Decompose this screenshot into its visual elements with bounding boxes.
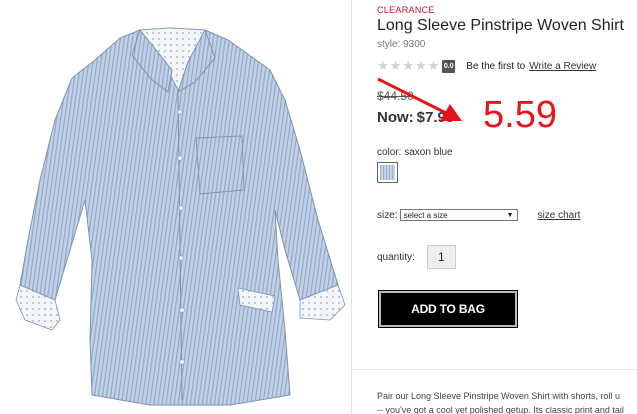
star-icon: ★ [402, 58, 414, 73]
size-select-value: select a size [403, 210, 448, 220]
product-description: Pair our Long Sleeve Pinstripe Woven Shi… [377, 389, 637, 414]
quantity-label: quantity: [377, 251, 415, 263]
now-price-value: $7.99 [416, 109, 455, 126]
star-icon: ★ [427, 58, 440, 73]
sale-price: Now: $7.99 [377, 109, 454, 126]
be-first-text: Be the first to [466, 60, 526, 72]
swatch-pattern [380, 165, 395, 180]
shirt-illustration [15, 27, 346, 406]
add-to-bag-button[interactable]: ADD TO BAG [378, 290, 518, 328]
quantity-input[interactable]: 1 [426, 245, 456, 269]
original-price: $44.50 [377, 89, 414, 103]
size-label: size: [377, 209, 398, 221]
star-icon: ★ [389, 58, 402, 73]
rating-stars: ★ ★ ★ ★ ★ [377, 59, 439, 73]
size-row: size: select a size ▼ size chart [377, 209, 580, 221]
product-title: Long Sleeve Pinstripe Woven Shirt [377, 17, 624, 34]
write-review-link[interactable]: Write a Review [529, 61, 596, 72]
color-swatch-saxon-blue[interactable] [377, 162, 398, 183]
description-line: -- you've got a cool yet polished getup.… [377, 405, 624, 414]
divider [352, 369, 637, 370]
description-line: Pair our Long Sleeve Pinstripe Woven Shi… [377, 391, 620, 401]
rating-row: ★ ★ ★ ★ ★ 0.0 Be the first to Write a Re… [377, 59, 596, 73]
size-select[interactable]: select a size ▼ [399, 209, 518, 221]
size-chart-link[interactable]: size chart [538, 210, 581, 221]
product-details: CLEARANCE Long Sleeve Pinstripe Woven Sh… [351, 0, 637, 414]
chevron-down-icon: ▼ [506, 211, 514, 219]
product-image[interactable] [0, 0, 351, 414]
star-icon: ★ [377, 58, 389, 73]
star-icon: ★ [414, 58, 427, 73]
annotation-price: 5.59 [483, 94, 557, 136]
now-label: Now: [377, 109, 414, 126]
quantity-row: quantity: 1 [377, 245, 456, 269]
color-label: color: saxon blue [377, 147, 453, 158]
style-number: style: 9300 [377, 39, 426, 50]
clearance-badge: CLEARANCE [377, 5, 435, 15]
rating-value-badge: 0.0 [442, 59, 456, 73]
